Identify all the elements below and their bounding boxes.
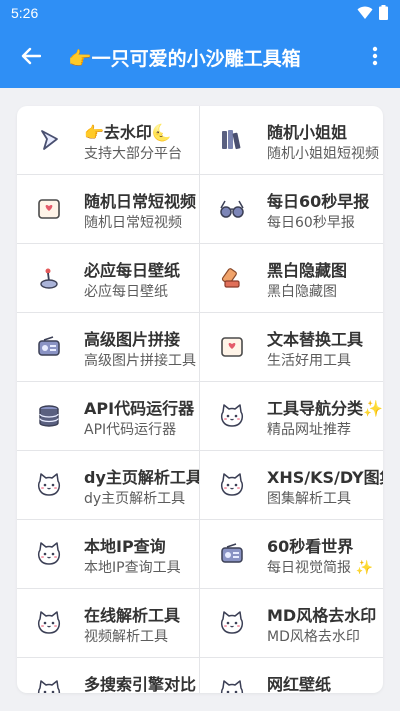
tool-tile[interactable]: API代码运行器 API代码运行器 bbox=[17, 382, 200, 451]
status-icons bbox=[357, 5, 388, 24]
tool-tile[interactable]: 在线解析工具 视频解析工具 bbox=[17, 589, 200, 658]
app-bar: 👉一只可爱的小沙雕工具箱 bbox=[0, 28, 400, 88]
tool-title: 高级图片拼接 bbox=[84, 330, 181, 349]
tool-title: MD风格去水印 bbox=[267, 606, 377, 625]
tool-tile[interactable]: dy主页解析工具 dy主页解析工具 bbox=[17, 451, 200, 520]
wifi-icon bbox=[357, 5, 373, 24]
radio-icon bbox=[35, 333, 63, 361]
page-title: 👉一只可爱的小沙雕工具箱 bbox=[68, 48, 301, 70]
tool-tile[interactable]: 每日60秒早报 每日60秒早报 bbox=[200, 175, 383, 244]
tool-title: 60秒看世界 bbox=[267, 537, 354, 556]
cat-face-icon bbox=[218, 609, 246, 637]
tool-subtitle: 生活好用工具 bbox=[267, 353, 351, 369]
tool-title: 工具导航分类✨ bbox=[267, 399, 383, 418]
status-time: 5:26 bbox=[11, 5, 39, 21]
tool-subtitle: 支持大部分平台 bbox=[84, 146, 182, 162]
top-app-bar: 5:26 👉一只可爱的小沙雕工具箱 bbox=[0, 0, 400, 88]
tool-subtitle: 每日视觉简报 ✨ bbox=[267, 560, 373, 576]
tool-title: API代码运行器 bbox=[84, 399, 195, 418]
tool-subtitle: API代码运行器 bbox=[84, 422, 177, 438]
tool-tile[interactable]: 60秒看世界每日视觉简报 ✨ bbox=[200, 520, 383, 589]
tool-tile[interactable]: XHS/KS/DY图集 图集解析工具 bbox=[200, 451, 383, 520]
tool-title: 随机日常短视频 bbox=[84, 192, 197, 211]
tool-tile[interactable]: 随机小姐姐随机小姐姐短视频 bbox=[200, 106, 383, 175]
cat-face-icon bbox=[218, 402, 246, 430]
tool-tile[interactable]: 工具导航分类✨ 精品网址推荐 bbox=[200, 382, 383, 451]
tool-subtitle: 图集解析工具 bbox=[267, 491, 351, 507]
love-letter-icon bbox=[218, 333, 246, 361]
tool-tile[interactable]: 👉去水印🌜 支持大部分平台 bbox=[17, 106, 200, 175]
tool-tile[interactable]: 随机日常短视频 随机日常短视频 bbox=[17, 175, 200, 244]
tool-title: 每日60秒早报 bbox=[267, 192, 370, 211]
joystick-icon bbox=[35, 264, 63, 292]
tool-tile[interactable]: 本地IP查询 本地IP查询工具 bbox=[17, 520, 200, 589]
tool-title: 必应每日壁纸 bbox=[84, 261, 181, 280]
love-letter-icon bbox=[35, 195, 63, 223]
radio-icon bbox=[218, 540, 246, 568]
tool-tile[interactable]: MD风格去水印 MD风格去水印 bbox=[200, 589, 383, 658]
tool-tile[interactable]: 多搜索引擎对比 bbox=[17, 658, 200, 693]
tool-tile[interactable]: 高级图片拼接 高级图片拼接工具 bbox=[17, 313, 200, 382]
status-bar: 5:26 bbox=[0, 0, 400, 28]
tool-subtitle: 随机日常短视频 bbox=[84, 215, 182, 231]
tool-title: 网红壁纸 bbox=[267, 675, 332, 693]
tool-subtitle: MD风格去水印 bbox=[267, 629, 360, 645]
cat-face-icon bbox=[218, 471, 246, 499]
tool-title: 本地IP查询 bbox=[84, 537, 166, 556]
more-vert-icon bbox=[372, 46, 378, 70]
tool-tile[interactable]: 网红壁纸 bbox=[200, 658, 383, 693]
battery-icon bbox=[379, 5, 388, 24]
more-options-button[interactable] bbox=[360, 43, 390, 73]
tool-title: 👉去水印🌜 bbox=[84, 123, 172, 142]
tool-subtitle: 黑白隐藏图 bbox=[267, 284, 337, 300]
stamp-icon bbox=[218, 264, 246, 292]
tool-tile[interactable]: 文本替换工具 生活好用工具 bbox=[200, 313, 383, 382]
tool-subtitle: 随机小姐姐短视频 bbox=[267, 146, 379, 162]
tool-subtitle: 每日60秒早报 bbox=[267, 215, 355, 231]
tools-grid: 👉去水印🌜 支持大部分平台 随机小姐姐随机小姐姐短视频 随机日常短视频 随机日常短视… bbox=[17, 106, 383, 693]
tool-title: 随机小姐姐 bbox=[267, 123, 348, 142]
glasses-icon bbox=[218, 195, 246, 223]
tool-subtitle: 本地IP查询工具 bbox=[84, 560, 181, 576]
tool-title: 黑白隐藏图 bbox=[267, 261, 348, 280]
cat-face-icon bbox=[35, 678, 63, 693]
tool-subtitle: dy主页解析工具 bbox=[84, 491, 186, 507]
tool-tile[interactable]: 必应每日壁纸 必应每日壁纸 bbox=[17, 244, 200, 313]
tool-title: XHS/KS/DY图集 bbox=[267, 468, 383, 487]
tool-title: 在线解析工具 bbox=[84, 606, 181, 625]
cat-face-icon bbox=[35, 609, 63, 637]
tool-title: 文本替换工具 bbox=[267, 330, 364, 349]
books-icon bbox=[218, 126, 246, 154]
tool-title: dy主页解析工具 bbox=[84, 468, 200, 487]
cat-face-icon bbox=[35, 471, 63, 499]
cat-face-icon bbox=[35, 540, 63, 568]
tool-title: 多搜索引擎对比 bbox=[84, 675, 197, 693]
tools-card: 👉去水印🌜 支持大部分平台 随机小姐姐随机小姐姐短视频 随机日常短视频 随机日常短视… bbox=[17, 106, 383, 693]
tool-subtitle: 精品网址推荐 bbox=[267, 422, 351, 438]
tool-subtitle: 高级图片拼接工具 bbox=[84, 353, 196, 369]
tool-subtitle: 必应每日壁纸 bbox=[84, 284, 168, 300]
tool-tile[interactable]: 黑白隐藏图 黑白隐藏图 bbox=[200, 244, 383, 313]
play-arrow-icon bbox=[35, 126, 63, 154]
cat-face-icon bbox=[218, 678, 246, 693]
back-button[interactable] bbox=[16, 43, 46, 73]
database-icon bbox=[35, 402, 63, 430]
arrow-back-icon bbox=[21, 47, 42, 69]
tool-subtitle: 视频解析工具 bbox=[84, 629, 168, 645]
